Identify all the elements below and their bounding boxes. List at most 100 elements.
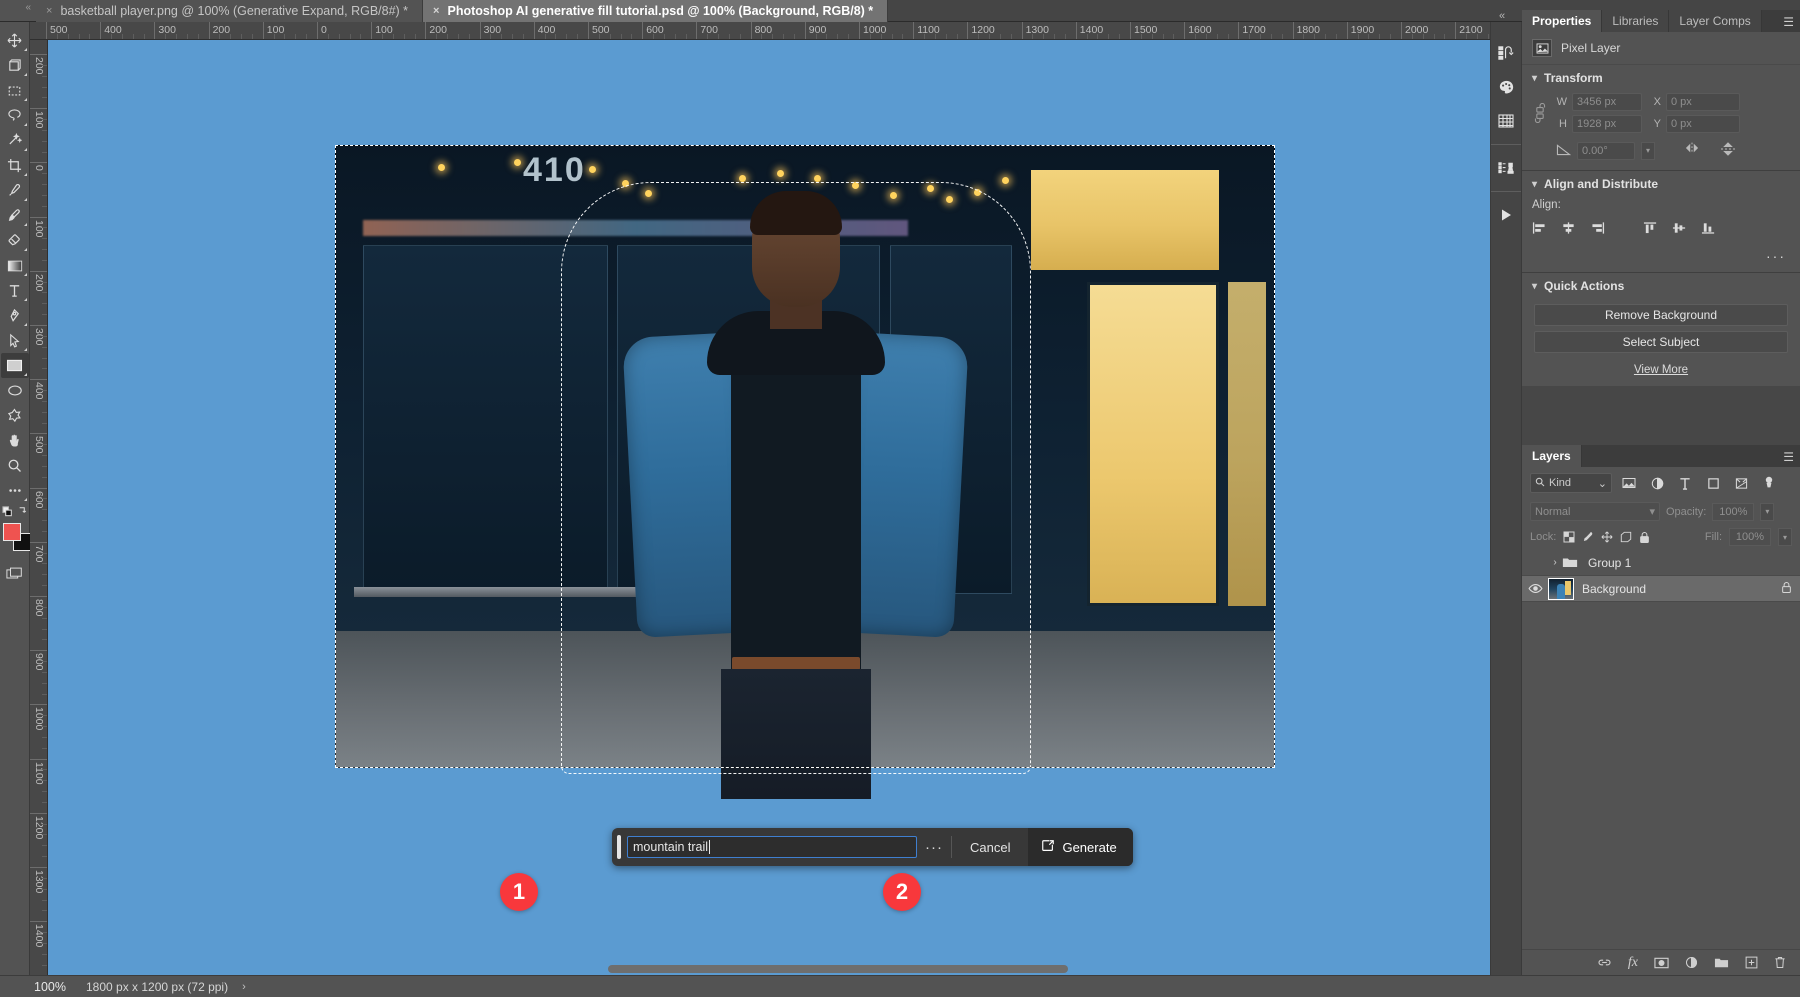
canvas-horizontal-scrollbar[interactable] [608, 965, 1068, 973]
rectangle-tool[interactable] [1, 353, 29, 378]
filter-type-icon[interactable] [1674, 473, 1696, 493]
actions-stamp-icon[interactable] [1491, 151, 1521, 185]
zoom-level[interactable]: 100% [0, 980, 78, 994]
cancel-button[interactable]: Cancel [952, 828, 1028, 866]
document-tab-basketball-player[interactable]: × basketball player.png @ 100% (Generati… [36, 0, 423, 22]
collapse-icon[interactable]: « [25, 2, 31, 13]
table-row[interactable]: Background [1522, 576, 1800, 602]
align-left-icon[interactable] [1532, 221, 1547, 238]
chevron-down-icon[interactable]: ▾ [1532, 179, 1537, 190]
blend-mode-select[interactable]: Normal ▾ [1530, 502, 1660, 521]
lock-transparency-icon[interactable] [1563, 531, 1575, 543]
remove-background-button[interactable]: Remove Background [1534, 304, 1788, 326]
eyedropper-tool[interactable] [1, 178, 29, 203]
gradient-tool[interactable] [1, 253, 29, 278]
quick-actions-section-header[interactable]: ▾ Quick Actions [1522, 273, 1800, 299]
tab-layer-comps[interactable]: Layer Comps [1669, 10, 1761, 32]
chevron-down-icon[interactable]: ▾ [1532, 281, 1537, 292]
y-field[interactable]: 0 px [1666, 115, 1740, 133]
prompt-bar-handle[interactable] [617, 835, 621, 859]
status-expand-arrow-icon[interactable]: › [228, 981, 246, 993]
filter-kind-select[interactable]: Kind ⌄ [1530, 473, 1612, 493]
transform-section-header[interactable]: ▾ Transform [1522, 65, 1800, 91]
canvas-work-area[interactable]: 410 [48, 40, 1500, 975]
color-palette-icon[interactable] [1491, 70, 1521, 104]
marquee-tool[interactable] [1, 78, 29, 103]
expand-panels-icon[interactable]: « [1499, 10, 1505, 22]
chevron-right-icon[interactable]: › [1548, 557, 1562, 568]
lock-icon[interactable] [1781, 581, 1792, 597]
zoom-tool[interactable] [1, 453, 29, 478]
pen-tool[interactable] [1, 303, 29, 328]
new-group-icon[interactable] [1714, 957, 1729, 969]
fill-field[interactable]: 100% [1729, 528, 1771, 546]
default-colors-and-swap[interactable] [1, 503, 29, 519]
lock-image-icon[interactable] [1582, 531, 1594, 543]
move-tool[interactable] [1, 28, 29, 53]
width-field[interactable]: 3456 px [1572, 93, 1642, 111]
flip-horizontal-icon[interactable] [1683, 141, 1701, 160]
generative-fill-prompt-bar[interactable]: mountain trail ··· Cancel Generate [612, 828, 1133, 866]
filter-adjustment-icon[interactable] [1646, 473, 1668, 493]
add-layer-mask-icon[interactable] [1654, 957, 1669, 969]
opacity-field[interactable]: 100% [1712, 503, 1754, 521]
chevron-down-icon[interactable]: ▾ [1532, 73, 1537, 84]
document-canvas[interactable]: 410 [335, 145, 1275, 768]
lasso-tool[interactable] [1, 103, 29, 128]
edit-toolbar-tool[interactable] [1, 478, 29, 503]
document-tab-photoshop-ai-generative-fill-tutorial[interactable]: × Photoshop AI generative fill tutorial.… [423, 0, 888, 22]
quick-mask-toggle[interactable] [1, 561, 29, 586]
view-more-link[interactable]: View More [1522, 358, 1800, 386]
crop-tool[interactable] [1, 153, 29, 178]
flip-vertical-icon[interactable] [1719, 141, 1737, 160]
new-adjustment-layer-icon[interactable] [1685, 956, 1698, 969]
close-icon[interactable]: × [46, 6, 52, 17]
lock-position-icon[interactable] [1601, 531, 1613, 543]
prompt-input[interactable]: mountain trail [627, 836, 917, 858]
align-section-header[interactable]: ▾ Align and Distribute [1522, 171, 1800, 197]
align-center-horizontal-icon[interactable] [1561, 221, 1576, 238]
tab-properties[interactable]: Properties [1522, 10, 1602, 32]
filter-toggle-icon[interactable] [1758, 473, 1780, 493]
history-icon[interactable] [1491, 36, 1521, 70]
prompt-more-options-button[interactable]: ··· [917, 839, 951, 856]
panel-menu-icon[interactable]: ☰ [1783, 15, 1794, 29]
play-icon[interactable] [1491, 198, 1521, 232]
panel-collapse-corner[interactable]: « [0, 0, 36, 21]
swatches-grid-icon[interactable] [1491, 104, 1521, 138]
link-aspect-ratio-icon[interactable] [1532, 103, 1548, 123]
align-center-vertical-icon[interactable] [1672, 221, 1687, 238]
tab-libraries[interactable]: Libraries [1602, 10, 1669, 32]
align-bottom-icon[interactable] [1701, 221, 1716, 238]
x-field[interactable]: 0 px [1666, 93, 1740, 111]
angle-dropdown-chevron-icon[interactable]: ▾ [1641, 142, 1655, 160]
layer-thumbnail[interactable] [1548, 578, 1574, 600]
delete-layer-icon[interactable] [1774, 956, 1786, 969]
artboard-tool[interactable] [1, 53, 29, 78]
vertical-ruler[interactable]: 2001000100200300400500600700800900100011… [30, 40, 48, 975]
panel-menu-icon[interactable]: ☰ [1783, 450, 1794, 464]
new-layer-icon[interactable] [1745, 956, 1758, 969]
lock-nesting-icon[interactable] [1620, 531, 1632, 543]
filter-pixel-icon[interactable] [1618, 473, 1640, 493]
custom-shape-tool[interactable] [1, 403, 29, 428]
opacity-dropdown-chevron-icon[interactable]: ▾ [1760, 503, 1774, 521]
tab-layers[interactable]: Layers [1522, 445, 1582, 467]
close-icon[interactable]: × [433, 6, 439, 17]
brush-tool[interactable] [1, 203, 29, 228]
magic-wand-tool[interactable] [1, 128, 29, 153]
filter-smart-object-icon[interactable] [1730, 473, 1752, 493]
angle-field[interactable]: 0.00° [1577, 142, 1635, 160]
align-right-icon[interactable] [1590, 221, 1605, 238]
link-layers-icon[interactable] [1597, 957, 1612, 968]
eraser-tool[interactable] [1, 228, 29, 253]
foreground-color-swatch[interactable] [3, 523, 21, 541]
select-subject-button[interactable]: Select Subject [1534, 331, 1788, 353]
align-top-icon[interactable] [1643, 221, 1658, 238]
layer-visibility-toggle[interactable] [1522, 583, 1548, 594]
chevron-down-icon[interactable]: ▾ [1649, 505, 1655, 518]
ellipse-tool[interactable] [1, 378, 29, 403]
type-tool[interactable] [1, 278, 29, 303]
color-swatches[interactable] [1, 521, 29, 555]
align-more-button[interactable]: ··· [1522, 248, 1800, 272]
